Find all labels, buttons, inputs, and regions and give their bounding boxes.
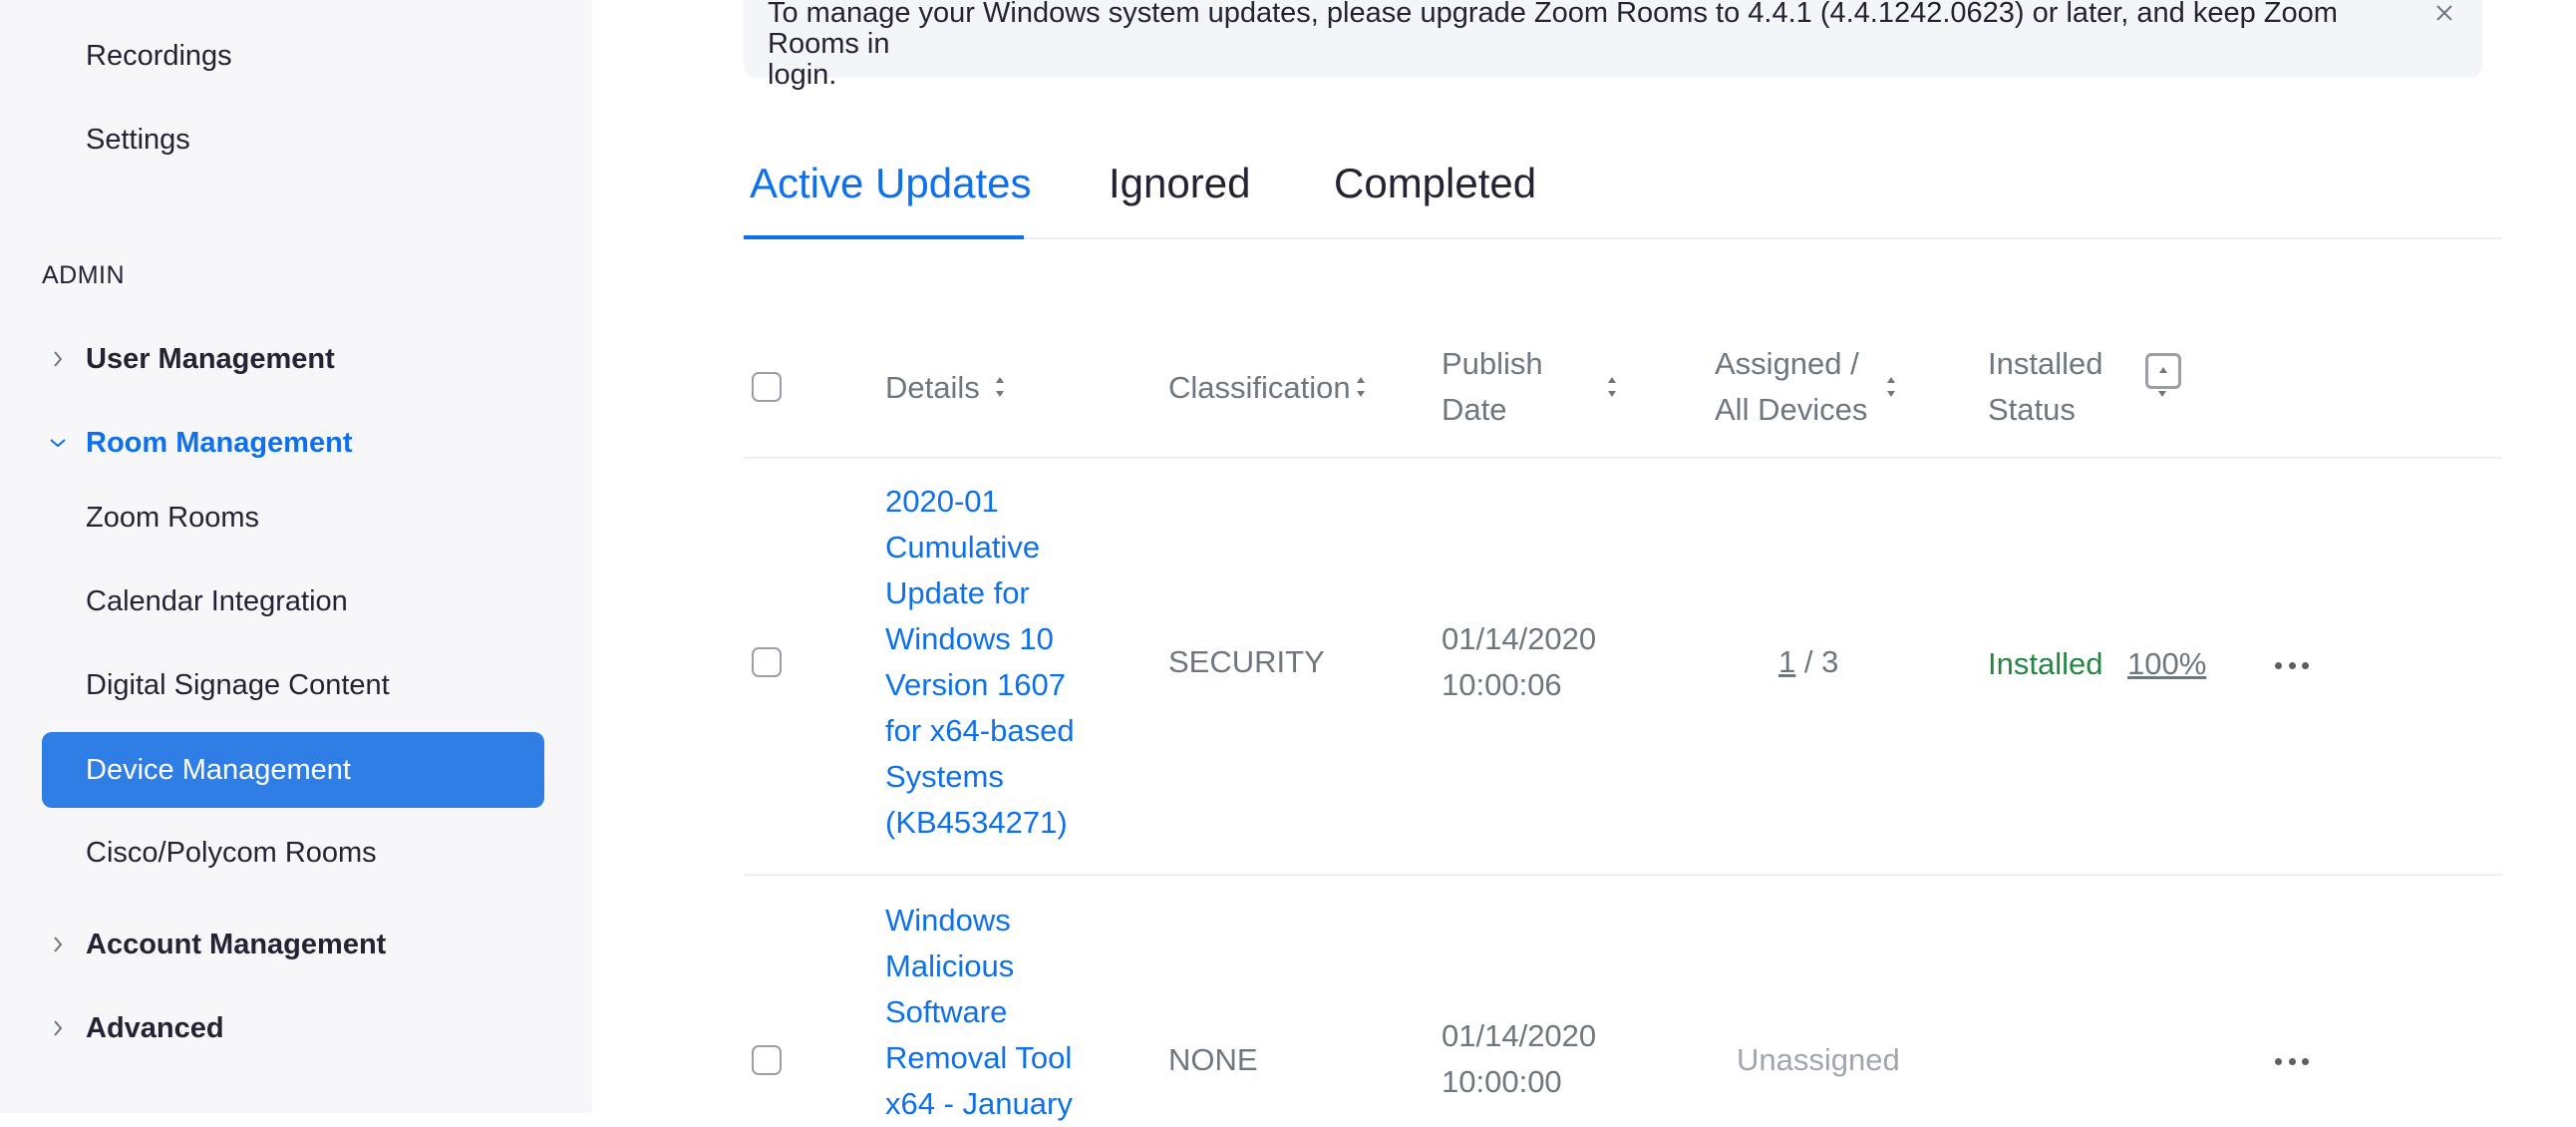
more-options-icon[interactable] (2275, 660, 2309, 670)
column-header-assigned-devices[interactable]: Assigned / All Devices (1715, 341, 1867, 433)
details-line: Windows 10 (885, 621, 1054, 656)
all-devices-count: / 3 (1803, 644, 1839, 679)
sidebar-item-advanced[interactable]: Advanced (86, 1008, 224, 1048)
sidebar: Recordings Settings ADMIN User Managemen… (0, 0, 592, 1113)
details-line: Systems (885, 759, 1004, 794)
sidebar-item-cisco-polycom[interactable]: Cisco/Polycom Rooms (86, 833, 377, 873)
publish-date: 01/14/2020 (1442, 1018, 1597, 1053)
installed-status-value: Installed (1988, 646, 2103, 681)
details-line: x64 - January (885, 1086, 1073, 1121)
header-line: Publish (1442, 346, 1543, 381)
header-line: All Devices (1715, 392, 1868, 427)
row-checkbox[interactable] (752, 647, 782, 677)
assigned-devices-value: Unassigned (1737, 1042, 1900, 1077)
column-header-classification[interactable]: Classification (1168, 365, 1351, 411)
classification-value: NONE (1168, 1042, 1258, 1077)
details-line: Update for (885, 575, 1030, 610)
tab-active-updates[interactable]: Active Updates (750, 160, 1031, 207)
sort-icon[interactable] (2155, 387, 2169, 403)
update-details-link[interactable]: 2020-01 Cumulative Update for Windows 10… (885, 479, 1075, 846)
details-line: for x64-based (885, 713, 1075, 748)
header-line: Status (1988, 392, 2076, 427)
sort-icon[interactable] (993, 372, 1007, 402)
banner-text-line1: To manage your Windows system updates, p… (768, 0, 2338, 60)
row-checkbox[interactable] (752, 1045, 782, 1075)
details-line: Version 1607 (885, 667, 1066, 702)
details-line: Software (885, 994, 1008, 1029)
column-header-publish-date[interactable]: Publish Date (1442, 341, 1543, 433)
publish-time: 10:00:06 (1442, 667, 1562, 702)
sidebar-item-zoom-rooms[interactable]: Zoom Rooms (86, 498, 259, 538)
update-details-link[interactable]: Windows Malicious Software Removal Tool … (885, 898, 1073, 1127)
sidebar-item-room-management[interactable]: Room Management (86, 423, 352, 463)
status-filter-icon[interactable] (2145, 353, 2181, 389)
classification-value: SECURITY (1168, 644, 1325, 679)
sidebar-item-device-management[interactable]: Device Management (42, 732, 544, 808)
more-options-icon[interactable] (2275, 1056, 2309, 1066)
chevron-right-icon[interactable] (44, 925, 72, 964)
details-line: 2020-01 (885, 484, 999, 519)
installed-percent-link[interactable]: 100% (2127, 641, 2206, 687)
publish-date-value: 01/14/2020 10:00:00 (1442, 1013, 1596, 1105)
sidebar-item-account-management[interactable]: Account Management (86, 925, 386, 964)
details-line: Windows (885, 903, 1011, 938)
sidebar-item-settings[interactable]: Settings (86, 120, 190, 160)
details-line: (KB4534271) (885, 805, 1068, 840)
sidebar-item-digital-signage[interactable]: Digital Signage Content (86, 665, 390, 705)
sidebar-item-recordings[interactable]: Recordings (86, 36, 232, 76)
publish-date-value: 01/14/2020 10:00:06 (1442, 616, 1596, 708)
chevron-right-icon[interactable] (44, 1008, 72, 1048)
details-line: Removal Tool (885, 1040, 1073, 1075)
details-line: Cumulative (885, 530, 1041, 564)
header-line: Installed (1988, 346, 2103, 381)
chevron-right-icon[interactable] (44, 339, 72, 379)
sort-icon[interactable] (1884, 372, 1898, 402)
tab-completed[interactable]: Completed (1334, 160, 1536, 207)
tab-ignored[interactable]: Ignored (1109, 160, 1250, 207)
sort-icon[interactable] (1605, 372, 1619, 402)
column-header-installed-status[interactable]: Installed Status (1988, 341, 2102, 433)
sort-icon[interactable] (1354, 372, 1368, 402)
sidebar-item-user-management[interactable]: User Management (86, 339, 335, 379)
close-icon[interactable] (2426, 0, 2462, 26)
assigned-devices-value: 1 / 3 (1778, 639, 1838, 685)
publish-date: 01/14/2020 (1442, 621, 1597, 656)
publish-time: 10:00:00 (1442, 1064, 1562, 1099)
details-line: Malicious (885, 948, 1015, 983)
admin-section-label: ADMIN (42, 261, 126, 289)
chevron-down-icon[interactable] (44, 423, 72, 463)
header-line: Assigned / (1715, 346, 1859, 381)
assigned-count-link[interactable]: 1 (1778, 644, 1795, 679)
upgrade-notice-banner: To manage your Windows system updates, p… (744, 0, 2482, 91)
banner-text-line2: login. (768, 59, 837, 91)
select-all-checkbox[interactable] (752, 372, 782, 402)
active-tab-indicator (744, 235, 1024, 239)
header-line: Date (1442, 392, 1507, 427)
row-divider (744, 874, 2502, 876)
row-divider (744, 457, 2502, 459)
sidebar-item-calendar-integration[interactable]: Calendar Integration (86, 581, 348, 621)
column-header-details[interactable]: Details (885, 365, 980, 411)
